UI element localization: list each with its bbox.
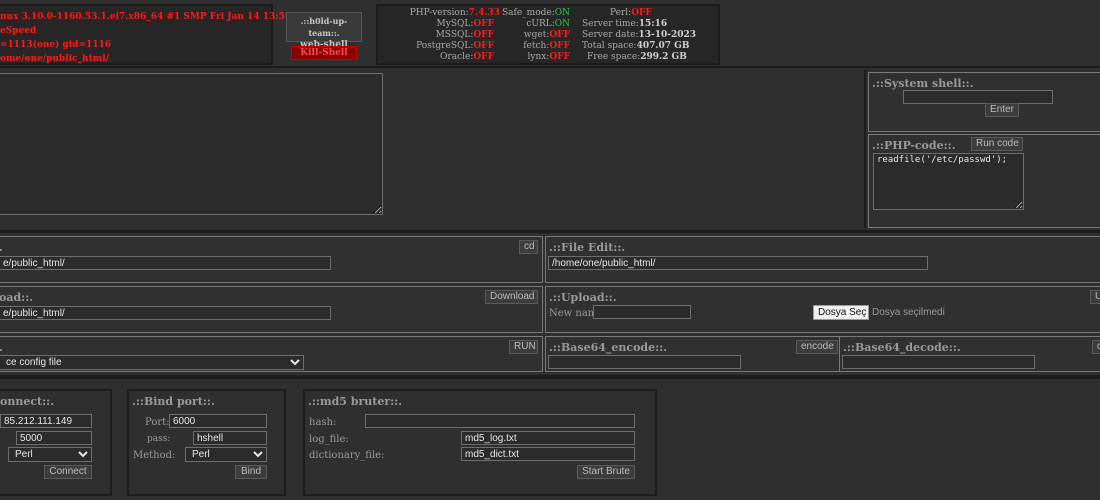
server-status-box: PHP-version:7.4.33 MySQL:OFF MSSQL:OFF P… [376, 4, 720, 65]
download-panel: oad::. Download [0, 286, 543, 333]
bind-pass-input[interactable] [193, 431, 267, 445]
cd-button[interactable]: cd [519, 240, 538, 254]
free-space-row: Free space:299.2 GB [587, 52, 687, 62]
lynx-row: lynx:OFF [527, 52, 571, 62]
file-edit-title: .::File Edit::. [549, 241, 626, 254]
section-divider [0, 230, 1100, 233]
choose-file-button[interactable]: Dosya Seç [813, 305, 869, 320]
bind-button[interactable]: Bind [235, 465, 267, 479]
bind-port-title: .::Bind port::. [132, 395, 215, 408]
exec-panel: . RUN ce config file [0, 336, 543, 372]
total-space-row: Total space:407.07 GB [582, 41, 690, 51]
new-name-input[interactable] [593, 305, 691, 319]
upload-panel: .::Upload::. New name: Dosya Seç Dosya s… [545, 286, 1100, 333]
php-code-title: .::PHP-code::. [872, 139, 956, 152]
base64-decode-input[interactable] [842, 355, 1035, 369]
bind-port-input[interactable] [169, 414, 267, 428]
cwd-text: ome/one/public_html/ [0, 54, 109, 64]
output-textarea[interactable] [0, 73, 383, 215]
decode-button[interactable]: d [1092, 340, 1100, 354]
download-title: oad::. [0, 291, 34, 304]
connect-button[interactable]: Connect [44, 465, 92, 479]
system-shell-input[interactable] [903, 90, 1053, 104]
upload-title: .::Upload::. [549, 291, 617, 304]
no-file-chosen-text: Dosya seçilmedi [872, 307, 945, 318]
dictionary-file-label: dictionary_file: [309, 450, 385, 461]
hash-input[interactable] [365, 414, 635, 428]
mysql-row: MySQL:OFF [436, 19, 494, 29]
brand-title-box: .::h0ld-up-team::. web-shell [286, 12, 362, 50]
connect-ip-input[interactable] [0, 414, 92, 428]
upload-button[interactable]: U [1090, 290, 1100, 304]
server-date-row: Server date:13-10-2023 [582, 30, 697, 40]
bind-method-select[interactable]: Perl [185, 447, 267, 462]
encode-button[interactable]: encode [796, 340, 838, 354]
server-software-text: eSpeed [0, 26, 37, 36]
postgresql-row: PostgreSQL:OFF [416, 41, 494, 51]
bind-port-panel: .::Bind port::. Port: pass: Method: Perl… [127, 389, 286, 496]
log-file-input[interactable] [461, 431, 635, 445]
run-button[interactable]: RUN [509, 340, 538, 354]
bind-pass-label: pass: [147, 434, 171, 444]
php-code-panel: .::PHP-code::. Run code readfile('/etc/p… [868, 134, 1100, 228]
md5-bruter-panel: .::md5 bruter::. hash: log_file: diction… [303, 389, 657, 496]
cd-path-input[interactable] [0, 256, 331, 270]
hash-label: hash: [309, 417, 337, 428]
section-divider-bottom [0, 375, 1100, 379]
system-shell-title: .::System shell::. [872, 77, 974, 90]
log-file-label: log_file: [309, 434, 349, 445]
exec-command-select[interactable]: ce config file [0, 355, 304, 370]
download-path-input[interactable] [0, 306, 331, 320]
mssql-row: MSSQL:OFF [435, 30, 494, 40]
connect-method-select[interactable]: Perl [8, 447, 92, 462]
bind-port-label: Port: [145, 417, 170, 428]
back-connect-panel: onnect::. Perl Connect [0, 389, 112, 496]
system-shell-panel: .::System shell::. Enter [868, 72, 1100, 132]
uname-text: nux 3.10.0-1160.53.1.el7.x86_64 #1 SMP F… [0, 12, 360, 22]
start-brute-button[interactable]: Start Brute [577, 465, 635, 479]
kill-shell-button[interactable]: Kill-Shell [291, 46, 357, 60]
base64-encode-input[interactable] [548, 355, 741, 369]
base64-encode-title: .::Base64_encode::. [549, 341, 668, 354]
server-time-row: Server time:15:16 [582, 19, 668, 29]
base64-encode-panel: .::Base64_encode::. encode [545, 336, 841, 372]
cd-title: . [0, 241, 3, 254]
brand-box: .::h0ld-up-team::. web-shell Kill-Shell [279, 4, 371, 64]
file-edit-path-input[interactable] [548, 256, 928, 270]
md5-bruter-title: .::md5 bruter::. [308, 395, 403, 408]
team-label: .::h0ld-up-team::. [300, 16, 348, 38]
curl-row: cURL:ON [526, 19, 570, 29]
file-edit-panel: .::File Edit::. [545, 236, 1100, 283]
php-version-row: PHP-version:7.4.33 [409, 8, 500, 18]
php-run-code-button[interactable]: Run code [971, 137, 1023, 151]
wget-row: wget:OFF [523, 30, 570, 40]
base64-decode-panel: .::Base64_decode::. d [839, 336, 1100, 372]
fetch-row: fetch:OFF [523, 41, 570, 51]
oracle-row: Oracle:OFF [440, 52, 494, 62]
back-connect-title: onnect::. [0, 395, 55, 408]
system-info-box: nux 3.10.0-1160.53.1.el7.x86_64 #1 SMP F… [0, 4, 360, 65]
php-code-textarea[interactable]: readfile('/etc/passwd'); [873, 153, 1024, 210]
perl-row: Perl:OFF [610, 8, 652, 18]
bind-method-label: Method: [133, 450, 176, 461]
exec-title: . [0, 341, 3, 354]
download-button[interactable]: Download [485, 290, 538, 304]
safe-mode-row: Safe_mode:ON [501, 8, 570, 18]
user-id-text: =1113(one) gid=1116 [0, 40, 112, 50]
system-shell-enter-button[interactable]: Enter [985, 103, 1019, 117]
cd-panel: . cd [0, 236, 543, 283]
dictionary-file-input[interactable] [461, 447, 635, 461]
connect-port-input[interactable] [16, 431, 92, 445]
base64-decode-title: .::Base64_decode::. [843, 341, 961, 354]
